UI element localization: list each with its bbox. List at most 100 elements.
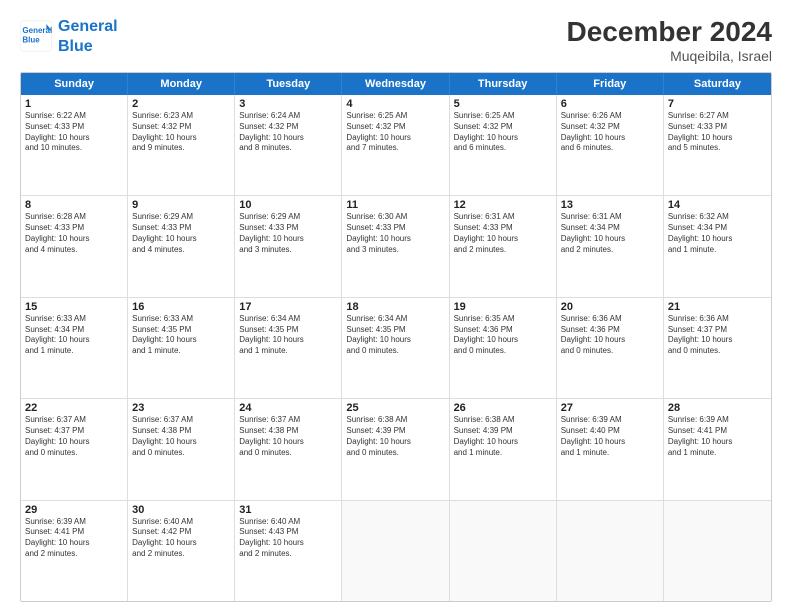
calendar-cell-1: 1Sunrise: 6:22 AM Sunset: 4:33 PM Daylig… — [21, 95, 128, 195]
calendar-cell-empty-4-4 — [450, 501, 557, 601]
calendar-cell-15: 15Sunrise: 6:33 AM Sunset: 4:34 PM Dayli… — [21, 298, 128, 398]
calendar-cell-empty-4-3 — [342, 501, 449, 601]
calendar-cell-3: 3Sunrise: 6:24 AM Sunset: 4:32 PM Daylig… — [235, 95, 342, 195]
calendar-row-4: 22Sunrise: 6:37 AM Sunset: 4:37 PM Dayli… — [21, 399, 771, 500]
calendar-cell-18: 18Sunrise: 6:34 AM Sunset: 4:35 PM Dayli… — [342, 298, 449, 398]
cell-text: Sunrise: 6:39 AM Sunset: 4:41 PM Dayligh… — [668, 415, 767, 458]
day-number: 7 — [668, 98, 767, 110]
calendar-row-5: 29Sunrise: 6:39 AM Sunset: 4:41 PM Dayli… — [21, 501, 771, 601]
cell-text: Sunrise: 6:37 AM Sunset: 4:38 PM Dayligh… — [239, 415, 337, 458]
title-block: December 2024 Muqeibila, Israel — [567, 16, 772, 64]
calendar-cell-empty-4-6 — [664, 501, 771, 601]
cell-text: Sunrise: 6:34 AM Sunset: 4:35 PM Dayligh… — [346, 314, 444, 357]
cell-text: Sunrise: 6:25 AM Sunset: 4:32 PM Dayligh… — [454, 111, 552, 154]
calendar-cell-21: 21Sunrise: 6:36 AM Sunset: 4:37 PM Dayli… — [664, 298, 771, 398]
calendar-row-3: 15Sunrise: 6:33 AM Sunset: 4:34 PM Dayli… — [21, 298, 771, 399]
day-number: 21 — [668, 301, 767, 313]
cell-text: Sunrise: 6:29 AM Sunset: 4:33 PM Dayligh… — [239, 212, 337, 255]
day-number: 12 — [454, 199, 552, 211]
calendar-cell-16: 16Sunrise: 6:33 AM Sunset: 4:35 PM Dayli… — [128, 298, 235, 398]
calendar-cell-30: 30Sunrise: 6:40 AM Sunset: 4:42 PM Dayli… — [128, 501, 235, 601]
logo-icon: General Blue — [20, 20, 52, 52]
calendar-cell-23: 23Sunrise: 6:37 AM Sunset: 4:38 PM Dayli… — [128, 399, 235, 499]
calendar-cell-6: 6Sunrise: 6:26 AM Sunset: 4:32 PM Daylig… — [557, 95, 664, 195]
day-number: 28 — [668, 402, 767, 414]
calendar-cell-20: 20Sunrise: 6:36 AM Sunset: 4:36 PM Dayli… — [557, 298, 664, 398]
calendar-cell-empty-4-5 — [557, 501, 664, 601]
svg-text:Blue: Blue — [22, 35, 40, 44]
header-day-saturday: Saturday — [664, 73, 771, 95]
day-number: 19 — [454, 301, 552, 313]
calendar-cell-14: 14Sunrise: 6:32 AM Sunset: 4:34 PM Dayli… — [664, 196, 771, 296]
day-number: 13 — [561, 199, 659, 211]
cell-text: Sunrise: 6:39 AM Sunset: 4:40 PM Dayligh… — [561, 415, 659, 458]
calendar-cell-9: 9Sunrise: 6:29 AM Sunset: 4:33 PM Daylig… — [128, 196, 235, 296]
day-number: 22 — [25, 402, 123, 414]
cell-text: Sunrise: 6:24 AM Sunset: 4:32 PM Dayligh… — [239, 111, 337, 154]
calendar-cell-13: 13Sunrise: 6:31 AM Sunset: 4:34 PM Dayli… — [557, 196, 664, 296]
day-number: 10 — [239, 199, 337, 211]
day-number: 5 — [454, 98, 552, 110]
day-number: 3 — [239, 98, 337, 110]
logo: General Blue GeneralBlue — [20, 16, 118, 56]
calendar-cell-11: 11Sunrise: 6:30 AM Sunset: 4:33 PM Dayli… — [342, 196, 449, 296]
calendar-cell-19: 19Sunrise: 6:35 AM Sunset: 4:36 PM Dayli… — [450, 298, 557, 398]
day-number: 29 — [25, 504, 123, 516]
calendar-body: 1Sunrise: 6:22 AM Sunset: 4:33 PM Daylig… — [21, 95, 771, 601]
cell-text: Sunrise: 6:33 AM Sunset: 4:34 PM Dayligh… — [25, 314, 123, 357]
calendar-cell-29: 29Sunrise: 6:39 AM Sunset: 4:41 PM Dayli… — [21, 501, 128, 601]
cell-text: Sunrise: 6:38 AM Sunset: 4:39 PM Dayligh… — [454, 415, 552, 458]
cell-text: Sunrise: 6:35 AM Sunset: 4:36 PM Dayligh… — [454, 314, 552, 357]
cell-text: Sunrise: 6:22 AM Sunset: 4:33 PM Dayligh… — [25, 111, 123, 154]
day-number: 31 — [239, 504, 337, 516]
cell-text: Sunrise: 6:31 AM Sunset: 4:33 PM Dayligh… — [454, 212, 552, 255]
cell-text: Sunrise: 6:26 AM Sunset: 4:32 PM Dayligh… — [561, 111, 659, 154]
day-number: 23 — [132, 402, 230, 414]
header-day-thursday: Thursday — [450, 73, 557, 95]
calendar: SundayMondayTuesdayWednesdayThursdayFrid… — [20, 72, 772, 602]
calendar-row-1: 1Sunrise: 6:22 AM Sunset: 4:33 PM Daylig… — [21, 95, 771, 196]
cell-text: Sunrise: 6:23 AM Sunset: 4:32 PM Dayligh… — [132, 111, 230, 154]
header-day-monday: Monday — [128, 73, 235, 95]
day-number: 4 — [346, 98, 444, 110]
day-number: 2 — [132, 98, 230, 110]
calendar-cell-12: 12Sunrise: 6:31 AM Sunset: 4:33 PM Dayli… — [450, 196, 557, 296]
cell-text: Sunrise: 6:36 AM Sunset: 4:36 PM Dayligh… — [561, 314, 659, 357]
day-number: 6 — [561, 98, 659, 110]
cell-text: Sunrise: 6:34 AM Sunset: 4:35 PM Dayligh… — [239, 314, 337, 357]
day-number: 20 — [561, 301, 659, 313]
cell-text: Sunrise: 6:33 AM Sunset: 4:35 PM Dayligh… — [132, 314, 230, 357]
cell-text: Sunrise: 6:38 AM Sunset: 4:39 PM Dayligh… — [346, 415, 444, 458]
cell-text: Sunrise: 6:40 AM Sunset: 4:43 PM Dayligh… — [239, 517, 337, 560]
day-number: 16 — [132, 301, 230, 313]
day-number: 8 — [25, 199, 123, 211]
calendar-cell-27: 27Sunrise: 6:39 AM Sunset: 4:40 PM Dayli… — [557, 399, 664, 499]
header-day-tuesday: Tuesday — [235, 73, 342, 95]
day-number: 14 — [668, 199, 767, 211]
calendar-cell-2: 2Sunrise: 6:23 AM Sunset: 4:32 PM Daylig… — [128, 95, 235, 195]
cell-text: Sunrise: 6:32 AM Sunset: 4:34 PM Dayligh… — [668, 212, 767, 255]
cell-text: Sunrise: 6:39 AM Sunset: 4:41 PM Dayligh… — [25, 517, 123, 560]
calendar-cell-7: 7Sunrise: 6:27 AM Sunset: 4:33 PM Daylig… — [664, 95, 771, 195]
logo-text: GeneralBlue — [58, 16, 118, 56]
cell-text: Sunrise: 6:40 AM Sunset: 4:42 PM Dayligh… — [132, 517, 230, 560]
day-number: 30 — [132, 504, 230, 516]
calendar-cell-24: 24Sunrise: 6:37 AM Sunset: 4:38 PM Dayli… — [235, 399, 342, 499]
page: General Blue GeneralBlue December 2024 M… — [0, 0, 792, 612]
cell-text: Sunrise: 6:30 AM Sunset: 4:33 PM Dayligh… — [346, 212, 444, 255]
day-number: 27 — [561, 402, 659, 414]
calendar-cell-25: 25Sunrise: 6:38 AM Sunset: 4:39 PM Dayli… — [342, 399, 449, 499]
main-title: December 2024 — [567, 16, 772, 48]
calendar-row-2: 8Sunrise: 6:28 AM Sunset: 4:33 PM Daylig… — [21, 196, 771, 297]
day-number: 24 — [239, 402, 337, 414]
day-number: 18 — [346, 301, 444, 313]
cell-text: Sunrise: 6:28 AM Sunset: 4:33 PM Dayligh… — [25, 212, 123, 255]
cell-text: Sunrise: 6:27 AM Sunset: 4:33 PM Dayligh… — [668, 111, 767, 154]
header: General Blue GeneralBlue December 2024 M… — [20, 16, 772, 64]
day-number: 11 — [346, 199, 444, 211]
calendar-cell-26: 26Sunrise: 6:38 AM Sunset: 4:39 PM Dayli… — [450, 399, 557, 499]
calendar-cell-31: 31Sunrise: 6:40 AM Sunset: 4:43 PM Dayli… — [235, 501, 342, 601]
calendar-cell-10: 10Sunrise: 6:29 AM Sunset: 4:33 PM Dayli… — [235, 196, 342, 296]
header-day-sunday: Sunday — [21, 73, 128, 95]
cell-text: Sunrise: 6:25 AM Sunset: 4:32 PM Dayligh… — [346, 111, 444, 154]
